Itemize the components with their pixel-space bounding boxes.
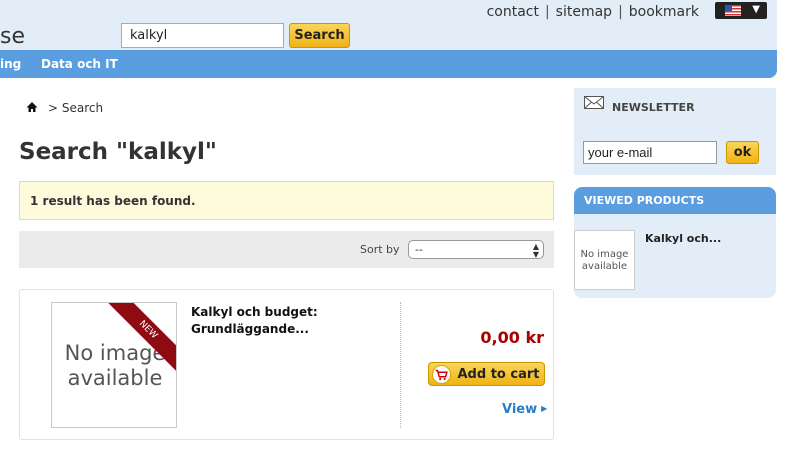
view-link-label: View — [502, 402, 538, 417]
product-image[interactable]: No image available NEW — [51, 302, 177, 428]
sort-select[interactable]: -- ▲ ▼ — [408, 240, 544, 259]
select-arrows-icon: ▲ ▼ — [532, 242, 539, 259]
main-nav: ing Data och IT — [0, 50, 777, 78]
bookmark-link[interactable]: bookmark — [629, 4, 699, 20]
sort-selected-value: -- — [415, 243, 423, 256]
viewed-products-box: VIEWED PRODUCTS No image available Kalky… — [574, 187, 776, 298]
us-flag-icon — [725, 5, 741, 16]
breadcrumb: > Search — [26, 101, 103, 115]
newsletter-box: NEWSLETTER ok — [574, 88, 776, 175]
viewed-product-name[interactable]: Kalkyl och... — [645, 232, 721, 245]
result-message: 1 result has been found. — [19, 181, 554, 220]
contact-link[interactable]: contact — [487, 4, 539, 20]
sort-label: Sort by — [360, 243, 400, 256]
product-price: 0,00 kr — [480, 328, 544, 347]
viewed-product-image[interactable]: No image available — [574, 230, 635, 290]
breadcrumb-separator: > — [48, 101, 62, 115]
product-name[interactable]: Kalkyl och budget: Grundläggande... — [191, 304, 371, 338]
nav-item-partial[interactable]: ing — [0, 57, 21, 71]
product-card: No image available NEW Kalkyl och budget… — [19, 289, 554, 440]
nav-item-data-och-it[interactable]: Data och IT — [41, 57, 118, 71]
language-selector[interactable]: ▼ — [715, 2, 767, 19]
divider — [400, 302, 401, 428]
page-title: Search "kalkyl" — [19, 139, 217, 165]
home-icon[interactable] — [26, 101, 38, 113]
chevron-down-icon: ▼ — [752, 4, 760, 15]
sitemap-link[interactable]: sitemap — [556, 4, 612, 20]
search-button[interactable]: Search — [289, 23, 350, 48]
newsletter-title: NEWSLETTER — [612, 101, 695, 114]
sort-bar: Sort by -- ▲ ▼ — [19, 231, 554, 268]
add-to-cart-label: Add to cart — [457, 366, 540, 382]
link-separator: | — [544, 4, 550, 20]
header-bar: se Search contact | sitemap | bookmark ▼ — [0, 0, 777, 50]
email-field[interactable] — [583, 141, 717, 164]
link-separator: | — [618, 4, 623, 20]
chevron-right-icon: ▶ — [541, 404, 548, 413]
search-input[interactable] — [121, 23, 284, 48]
cart-icon — [432, 365, 451, 384]
envelope-icon — [584, 96, 604, 109]
add-to-cart-button[interactable]: Add to cart — [428, 362, 545, 386]
site-logo[interactable]: se — [0, 24, 25, 49]
view-link[interactable]: View ▶ — [502, 402, 547, 417]
newsletter-ok-button[interactable]: ok — [726, 141, 759, 164]
viewed-products-title: VIEWED PRODUCTS — [574, 187, 776, 214]
top-links: contact | sitemap | bookmark — [487, 4, 699, 20]
breadcrumb-current: Search — [61, 101, 104, 115]
